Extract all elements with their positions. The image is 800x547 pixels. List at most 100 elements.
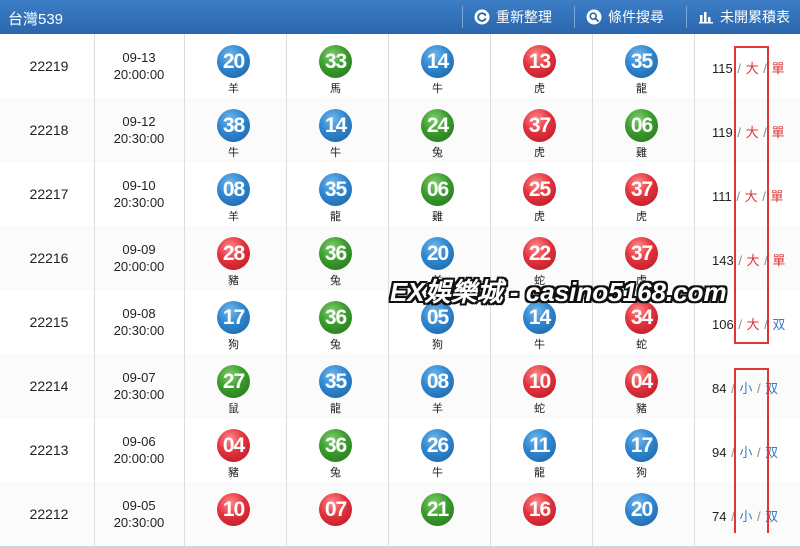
issue-number: 22216 xyxy=(4,226,95,290)
number-ball: 26 xyxy=(421,429,454,462)
number-cell: 08 羊 xyxy=(388,354,491,418)
draw-time: 20:30:00 xyxy=(113,131,165,146)
sum-value: 143 xyxy=(712,253,734,268)
zodiac-label: 牛 xyxy=(228,147,239,159)
issue-number: 22219 xyxy=(4,34,95,98)
zodiac-label: 兔 xyxy=(330,339,341,351)
number-cell: 33 馬 xyxy=(286,34,389,98)
issue-number: 22217 xyxy=(4,162,95,226)
zodiac-label: 羊 xyxy=(432,403,443,415)
draw-datetime: 09-12 20:30:00 xyxy=(94,98,185,162)
zodiac-label: 狗 xyxy=(228,339,239,351)
draw-time: 20:30:00 xyxy=(113,323,165,338)
number-ball: 17 xyxy=(217,301,250,334)
zodiac-label: 蛇 xyxy=(534,403,545,415)
condition-search-button[interactable]: 條件搜尋 xyxy=(586,7,664,27)
number-cell: 06 雞 xyxy=(592,98,695,162)
number-ball: 11 xyxy=(523,429,556,462)
toolbar-divider xyxy=(462,6,463,28)
number-ball: 16 xyxy=(523,493,556,526)
zodiac-label: 豬 xyxy=(636,403,647,415)
number-ball: 35 xyxy=(319,365,352,398)
number-cell: 14 牛 xyxy=(388,34,491,98)
number-cell: 37 虎 xyxy=(490,98,593,162)
zodiac-label: 牛 xyxy=(432,467,443,479)
number-cell: 21 xyxy=(388,482,491,546)
zodiac-label: 牛 xyxy=(330,147,341,159)
issue-number: 22213 xyxy=(4,418,95,482)
parity-indicator: 單 xyxy=(770,189,784,204)
zodiac-label: 牛 xyxy=(534,339,545,351)
search-icon xyxy=(586,9,602,25)
toolbar-divider xyxy=(686,6,687,28)
sum-value: 111 xyxy=(712,189,732,204)
number-cell: 36 兔 xyxy=(286,418,389,482)
zodiac-label: 龍 xyxy=(330,211,341,223)
sum-value: 94 xyxy=(712,445,727,460)
draw-date: 09-09 xyxy=(122,242,156,257)
issue-number: 22218 xyxy=(4,98,95,162)
number-ball: 08 xyxy=(217,173,250,206)
sum-value: 74 xyxy=(712,509,727,524)
sum-value: 119 xyxy=(712,125,733,140)
draw-datetime: 09-13 20:00:00 xyxy=(94,34,185,98)
zodiac-label: 豬 xyxy=(228,467,239,479)
zodiac-label: 龍 xyxy=(636,83,647,95)
unopened-table-button[interactable]: 未開累積表 xyxy=(698,7,790,27)
number-ball: 10 xyxy=(523,365,556,398)
draw-time: 20:00:00 xyxy=(113,451,165,466)
issue-number: 22215 xyxy=(4,290,95,354)
table-row: 22217 09-10 20:30:00 08 羊 35 龍 06 雞 25 虎 37 虎 111 / 大… xyxy=(0,162,800,227)
zodiac-label: 羊 xyxy=(228,211,239,223)
draw-datetime: 09-10 20:30:00 xyxy=(94,162,185,226)
draw-datetime: 09-05 20:30:00 xyxy=(94,482,185,546)
number-cell: 38 牛 xyxy=(184,98,287,162)
number-ball: 37 xyxy=(625,173,658,206)
draw-date: 09-12 xyxy=(122,114,156,129)
zodiac-label: 蛇 xyxy=(636,339,647,351)
zodiac-label: 虎 xyxy=(636,211,647,223)
number-cell: 35 龍 xyxy=(286,354,389,418)
number-ball: 04 xyxy=(217,429,250,462)
highlight-box-small xyxy=(734,368,769,533)
number-cell: 04 豬 xyxy=(592,354,695,418)
zodiac-label: 龍 xyxy=(534,467,545,479)
page-title: 台灣539 xyxy=(8,11,64,28)
zodiac-label: 狗 xyxy=(432,339,443,351)
refresh-button[interactable]: 重新整理 xyxy=(474,7,552,27)
number-cell: 11 龍 xyxy=(490,418,593,482)
draw-date: 09-07 xyxy=(122,370,156,385)
number-ball: 21 xyxy=(421,493,454,526)
unopened-table-label: 未開累積表 xyxy=(720,9,790,25)
number-cell: 20 羊 xyxy=(184,34,287,98)
number-cell: 08 羊 xyxy=(184,162,287,226)
zodiac-label: 狗 xyxy=(636,467,647,479)
table-row: 22213 09-06 20:00:00 04 豬 36 兔 26 牛 11 龍 17 狗 94 / 小 … xyxy=(0,418,800,483)
top-bar: 台灣539 重新整理 條件搜尋 未開累積表 xyxy=(0,0,800,34)
number-cell: 36 兔 xyxy=(286,226,389,290)
highlight-box-big xyxy=(734,46,769,344)
draw-date: 09-06 xyxy=(122,434,156,449)
number-cell: 27 鼠 xyxy=(184,354,287,418)
number-ball: 17 xyxy=(625,429,658,462)
zodiac-label: 豬 xyxy=(228,275,239,287)
number-ball: 13 xyxy=(523,45,556,78)
parity-indicator: 双 xyxy=(772,317,786,332)
draw-time: 20:30:00 xyxy=(113,387,165,402)
table-row: 22219 09-13 20:00:00 20 羊 33 馬 14 牛 13 虎 35 龍 115 / 大… xyxy=(0,34,800,99)
draw-datetime: 09-07 20:30:00 xyxy=(94,354,185,418)
number-cell: 20 xyxy=(592,482,695,546)
number-cell: 07 xyxy=(286,482,389,546)
number-cell: 17 狗 xyxy=(184,290,287,354)
number-cell: 16 xyxy=(490,482,593,546)
zodiac-label: 雞 xyxy=(432,211,443,223)
issue-number: 22212 xyxy=(4,482,95,546)
number-cell: 13 虎 xyxy=(490,34,593,98)
number-ball: 38 xyxy=(217,109,250,142)
draw-date: 09-08 xyxy=(122,306,156,321)
draw-time: 20:00:00 xyxy=(113,67,165,82)
number-ball: 07 xyxy=(319,493,352,526)
number-ball: 36 xyxy=(319,237,352,270)
number-cell: 06 雞 xyxy=(388,162,491,226)
refresh-label: 重新整理 xyxy=(496,9,552,25)
